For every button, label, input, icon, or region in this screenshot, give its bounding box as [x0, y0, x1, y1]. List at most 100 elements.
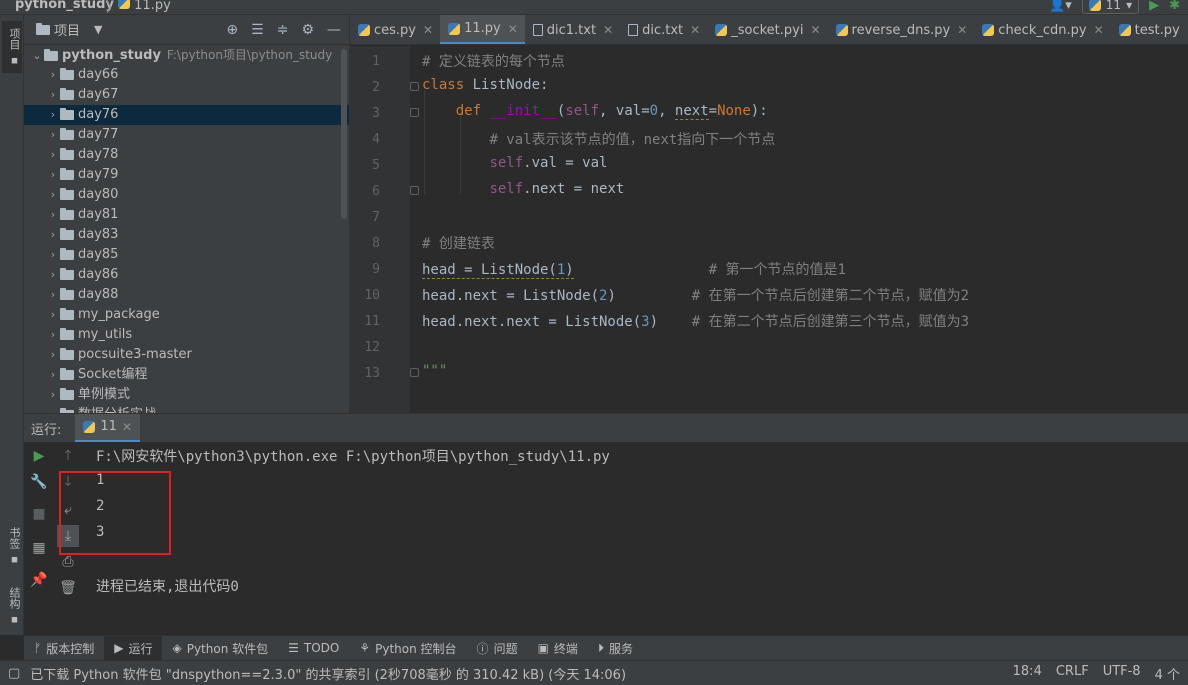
wrench-icon[interactable]: 🔧 [28, 471, 50, 493]
close-icon[interactable]: ✕ [603, 23, 613, 37]
line-separator[interactable]: CRLF [1056, 664, 1089, 683]
chevron-right-icon[interactable]: › [46, 365, 60, 385]
tree-item[interactable]: › my_package [24, 305, 349, 325]
chevron-right-icon[interactable]: › [46, 245, 60, 265]
editor-tab[interactable]: check_cdn.py ✕ [974, 15, 1110, 44]
tree-item[interactable]: › day78 [24, 145, 349, 165]
tool-tab[interactable]: ⚘ Python 控制台 [349, 636, 466, 661]
tree-item[interactable]: › day77 [24, 125, 349, 145]
chevron-right-icon[interactable]: › [46, 405, 60, 413]
editor-tab[interactable]: test.py✕ [1111, 15, 1188, 44]
fold-marker[interactable] [410, 82, 419, 91]
editor-tab[interactable]: _socket.pyi ✕ [707, 15, 827, 44]
chevron-right-icon[interactable]: › [46, 325, 60, 345]
tree-item[interactable]: › day76 [24, 105, 349, 125]
chevron-right-icon[interactable]: › [46, 165, 60, 185]
status-icon[interactable]: ▢ [8, 666, 20, 681]
chevron-right-icon[interactable]: › [46, 265, 60, 285]
run-icon[interactable]: ▶ [1149, 0, 1159, 13]
chevron-right-icon[interactable]: › [46, 225, 60, 245]
project-panel-title[interactable]: 项目 [54, 20, 80, 39]
code-editor[interactable]: 1 2 3 4 5 6 7 8 9 10 11 12 13 # 定义链表的每个节点 class List… [350, 46, 1188, 413]
expand-all-icon[interactable]: ☰ [251, 22, 264, 38]
chevron-right-icon[interactable]: › [46, 305, 60, 325]
tree-item[interactable]: › day66 [24, 65, 349, 85]
breadcrumb-file[interactable]: 11.py [118, 0, 171, 13]
editor-tab[interactable]: reverse_dns.py ✕ [828, 15, 975, 44]
close-icon[interactable]: ✕ [423, 23, 433, 37]
tree-item[interactable]: › day80 [24, 185, 349, 205]
chevron-right-icon[interactable]: › [46, 85, 60, 105]
file-encoding[interactable]: UTF-8 [1103, 664, 1141, 683]
hide-icon[interactable]: — [327, 22, 341, 38]
chevron-right-icon[interactable]: › [46, 185, 60, 205]
fold-marker[interactable] [410, 186, 419, 195]
tree-item[interactable]: › my_utils [24, 325, 349, 345]
close-icon[interactable]: ✕ [1094, 23, 1104, 37]
tree-item[interactable]: › day85 [24, 245, 349, 265]
tool-tab[interactable]: ⓘ 问题 [467, 636, 528, 661]
tree-item[interactable]: › day86 [24, 265, 349, 285]
tool-tab-structure[interactable]: 结构 ▪ [2, 580, 22, 632]
scrollbar[interactable] [341, 49, 347, 219]
chevron-right-icon[interactable]: › [46, 285, 60, 305]
tree-item[interactable]: › day81 [24, 205, 349, 225]
scroll-up-icon[interactable]: ↑ [57, 445, 79, 467]
status-message[interactable]: 已下载 Python 软件包 "dnspython==2.3.0" 的共享索引 … [30, 664, 626, 683]
tool-tab[interactable]: ▣ 终端 [528, 636, 588, 661]
user-icon[interactable]: 👤▾ [1049, 0, 1072, 13]
locate-icon[interactable]: ⊕ [226, 22, 238, 38]
tree-item[interactable]: ›数据分析实战 [24, 405, 349, 413]
chevron-right-icon[interactable]: › [46, 345, 60, 365]
tree-root[interactable]: ⌄ python_study F:\python项目\python_study [24, 45, 349, 65]
editor-tab[interactable]: 11.py ✕ [440, 15, 525, 44]
tool-tab-project[interactable]: 项目 ▪ [2, 21, 22, 73]
collapse-all-icon[interactable]: ≑ [277, 22, 289, 38]
tool-tab[interactable]: ᚠ 版本控制 [24, 636, 104, 661]
tree-item[interactable]: › 单例模式 [24, 385, 349, 405]
fold-marker[interactable] [410, 368, 419, 377]
rerun-icon[interactable]: ▶ [28, 445, 50, 467]
stop-icon[interactable]: ■ [28, 503, 50, 525]
chevron-right-icon[interactable]: › [46, 385, 60, 405]
close-icon[interactable]: ✕ [957, 23, 967, 37]
python-file-icon [715, 24, 728, 36]
tree-item[interactable]: › pocsuite3-master [24, 345, 349, 365]
run-config-select[interactable]: 11 ▾ [1081, 0, 1140, 14]
layout-icon[interactable]: ▦ [28, 537, 50, 559]
fold-marker[interactable] [410, 108, 419, 117]
tool-tab[interactable]: ☰ TODO [278, 636, 349, 661]
gear-icon[interactable]: ⚙ [301, 22, 314, 38]
breadcrumb-project[interactable]: python_study [15, 0, 114, 12]
pin-icon[interactable]: 📌 [28, 569, 50, 591]
chevron-right-icon[interactable]: › [46, 205, 60, 225]
editor-tab[interactable]: ces.py ✕ [350, 15, 440, 44]
tool-tab[interactable]: ▶ 运行 [104, 635, 163, 661]
indent-setting[interactable]: 4 个 [1155, 664, 1180, 683]
tree-item[interactable]: › day79 [24, 165, 349, 185]
chevron-down-icon[interactable]: ⌄ [30, 46, 44, 66]
chevron-down-icon[interactable]: ▼ [94, 23, 102, 36]
run-console[interactable]: F:\网安软件\python3\python.exe F:\python项目\p… [84, 442, 1188, 635]
trash-icon[interactable]: 🗑 [57, 577, 79, 599]
tool-tab[interactable]: ⏵ 服务 [588, 636, 643, 661]
editor-tab[interactable]: dic1.txt ✕ [525, 15, 620, 44]
chevron-right-icon[interactable]: › [46, 105, 60, 125]
run-tab[interactable]: 11 ✕ [75, 413, 140, 443]
close-icon[interactable]: ✕ [122, 420, 132, 434]
caret-position[interactable]: 18:4 [1013, 664, 1042, 683]
debug-icon[interactable]: ✱ [1169, 0, 1180, 13]
tree-item[interactable]: › Socket编程 [24, 365, 349, 385]
tool-tab[interactable]: ◈ Python 软件包 [162, 636, 278, 661]
tree-item[interactable]: › day88 [24, 285, 349, 305]
tree-item[interactable]: › day67 [24, 85, 349, 105]
close-icon[interactable]: ✕ [690, 23, 700, 37]
tree-item[interactable]: › day83 [24, 225, 349, 245]
chevron-right-icon[interactable]: › [46, 65, 60, 85]
close-icon[interactable]: ✕ [508, 22, 518, 36]
chevron-right-icon[interactable]: › [46, 125, 60, 145]
editor-tab[interactable]: dic.txt ✕ [620, 15, 707, 44]
tool-tab-bookmarks[interactable]: 书签 ▪ [2, 520, 22, 572]
chevron-right-icon[interactable]: › [46, 145, 60, 165]
close-icon[interactable]: ✕ [810, 23, 820, 37]
